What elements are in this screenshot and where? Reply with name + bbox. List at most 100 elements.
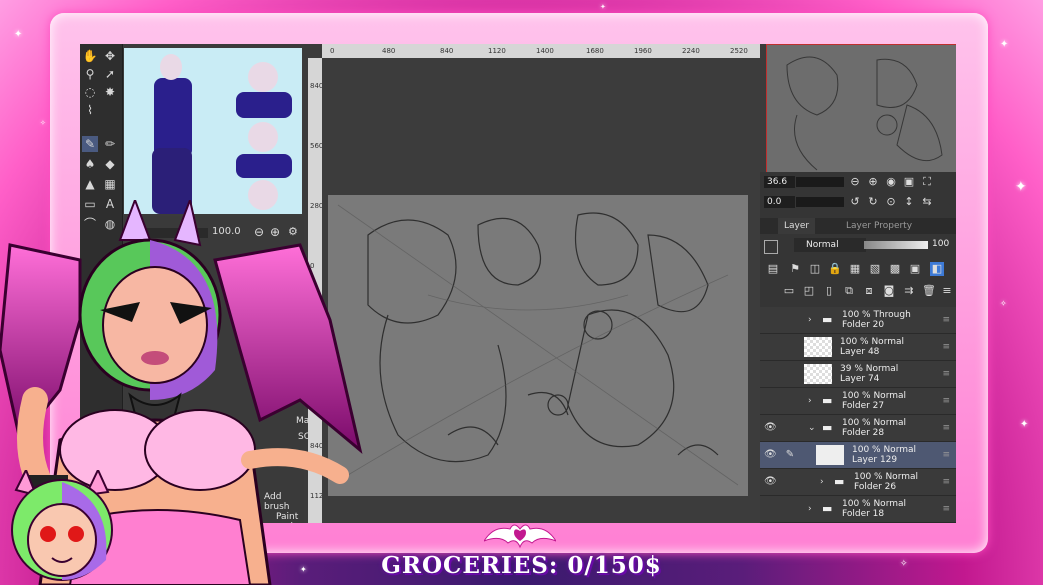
- layer-opacity-mode: 100 % Normal: [842, 418, 907, 428]
- opacity-slider[interactable]: [864, 241, 928, 249]
- layer-color-swatch[interactable]: [764, 240, 778, 254]
- lasso-tool-icon[interactable]: ◌: [82, 84, 98, 100]
- hand-tool-icon[interactable]: ✋: [82, 48, 98, 64]
- tab-layer-property[interactable]: Layer Property: [840, 218, 918, 234]
- canvas-workspace[interactable]: [322, 58, 760, 523]
- zoom-tool-icon[interactable]: ⚲: [82, 66, 98, 82]
- new-raster-icon[interactable]: ▭: [782, 284, 796, 298]
- navigator-preview[interactable]: [766, 44, 956, 174]
- fit-icon[interactable]: ◉: [884, 175, 898, 189]
- lock-transparent-icon[interactable]: ▦: [848, 262, 862, 276]
- layer-thumbnail: [804, 337, 832, 357]
- flip-icon[interactable]: ↕: [902, 195, 916, 209]
- reference-image: [124, 48, 302, 214]
- drawing-canvas[interactable]: [328, 195, 748, 496]
- brush-tool-icon[interactable]: ♠: [82, 156, 98, 172]
- layer-opacity-mode: 100 % Normal: [842, 499, 907, 509]
- mask-add-icon[interactable]: ◙: [882, 284, 896, 298]
- drag-handle-icon[interactable]: ≡: [942, 369, 950, 379]
- pen-icon: ✎: [785, 449, 795, 460]
- layer-opacity-mode: 100 % Normal: [840, 337, 905, 347]
- new-folder-icon[interactable]: ▯: [822, 284, 836, 298]
- eye-icon[interactable]: 👁: [764, 476, 777, 488]
- tab-layer[interactable]: Layer: [778, 218, 816, 234]
- menu-icon[interactable]: ≡: [940, 284, 954, 298]
- layer-row[interactable]: › ▬ 100 % Through Folder 20 ≡: [760, 307, 956, 334]
- layer-row[interactable]: 👁 ⌄ ▬ 100 % Normal Folder 28 ≡: [760, 415, 956, 442]
- plus-icon[interactable]: ⊕: [866, 175, 880, 189]
- eye-icon[interactable]: [764, 368, 776, 380]
- fullscreen-icon[interactable]: ⛶: [920, 175, 934, 189]
- pen-tool-icon[interactable]: ✎: [82, 136, 98, 152]
- color-icon[interactable]: ◧: [930, 262, 944, 276]
- color-value-field-1[interactable]: 36.6: [764, 176, 795, 188]
- magic-wand-icon[interactable]: ✸: [102, 84, 118, 100]
- transfer-icon[interactable]: ⇉: [902, 284, 916, 298]
- chevron-right-icon[interactable]: ›: [808, 503, 818, 515]
- drag-handle-icon[interactable]: ≡: [942, 477, 950, 487]
- drag-handle-icon[interactable]: ≡: [942, 423, 950, 433]
- eye-icon[interactable]: 👁: [764, 422, 777, 434]
- trash-icon[interactable]: 🗑: [922, 284, 936, 298]
- layer-row[interactable]: 👁 › ▬ 100 % Normal Folder 26 ≡: [760, 469, 956, 496]
- duplicate-icon[interactable]: ⧈: [862, 284, 876, 298]
- eye-icon[interactable]: [764, 395, 776, 407]
- color-slider-2[interactable]: [796, 197, 844, 207]
- layer-opacity-mode: 100 % Through: [842, 310, 911, 320]
- layer-opacity-mode: 100 % Normal: [842, 391, 907, 401]
- operation-tool-icon[interactable]: ➚: [102, 66, 118, 82]
- layer-row[interactable]: › ▬ 100 % Normal Folder 18 ≡: [760, 496, 956, 523]
- eraser-tool-icon[interactable]: ◆: [102, 156, 118, 172]
- drag-handle-icon[interactable]: ≡: [942, 396, 950, 406]
- layer-name: Folder 27: [842, 401, 885, 411]
- layer-row[interactable]: › ▬ 100 % Normal Folder 27 ≡: [760, 388, 956, 415]
- eye-icon[interactable]: [764, 341, 776, 353]
- clip-icon[interactable]: ◫: [808, 262, 822, 276]
- new-vector-icon[interactable]: ◰: [802, 284, 816, 298]
- layer-name: Folder 18: [842, 509, 885, 519]
- eye-icon[interactable]: [764, 314, 776, 326]
- flip-horizontal-icon[interactable]: ⇆: [920, 195, 934, 209]
- move-tool-icon[interactable]: ✥: [102, 48, 118, 64]
- drag-handle-icon[interactable]: ≡: [942, 315, 950, 325]
- layer-color-icon[interactable]: ▣: [908, 262, 922, 276]
- drag-handle-icon[interactable]: ≡: [942, 450, 950, 460]
- layer-opacity-mode: 100 % Normal: [854, 472, 919, 482]
- gradient-tool-icon[interactable]: ▦: [102, 176, 118, 192]
- view-icon[interactable]: ▣: [902, 175, 916, 189]
- drag-handle-icon[interactable]: ≡: [942, 342, 950, 352]
- eyedropper-icon[interactable]: ⌇: [82, 102, 98, 118]
- blend-row: Normal 100: [760, 236, 956, 256]
- eye-icon[interactable]: [764, 503, 776, 515]
- pencil-tool-icon[interactable]: ✏: [102, 136, 118, 152]
- rotate-right-icon[interactable]: ↻: [866, 195, 880, 209]
- draft-icon[interactable]: ▧: [868, 262, 882, 276]
- layer-opacity-mode: 39 % Normal: [840, 364, 899, 374]
- chevron-down-icon[interactable]: ⌄: [808, 422, 818, 434]
- minus-icon[interactable]: ⊖: [848, 175, 862, 189]
- rotate-left-icon[interactable]: ↺: [848, 195, 862, 209]
- lock-icon[interactable]: 🔒: [828, 262, 842, 276]
- folder-icon: ▬: [822, 502, 833, 515]
- blend-mode-select[interactable]: Normal: [794, 238, 866, 252]
- opacity-value: 100: [932, 239, 950, 249]
- color-slider-1[interactable]: [796, 177, 844, 187]
- folder-icon: ▬: [822, 394, 833, 407]
- layer-mask-icon[interactable]: ▤: [766, 262, 780, 276]
- drag-handle-icon[interactable]: ≡: [942, 504, 950, 514]
- layer-name: Folder 28: [842, 428, 885, 438]
- layer-row[interactable]: 39 % Normal Layer 74 ≡: [760, 361, 956, 388]
- reset-icon[interactable]: ⊙: [884, 195, 898, 209]
- layer-row[interactable]: 100 % Normal Layer 48 ≡: [760, 334, 956, 361]
- layer-row-selected[interactable]: 👁 ✎ 100 % Normal Layer 129 ≡: [760, 442, 956, 469]
- reference-icon[interactable]: ⚑: [788, 262, 802, 276]
- chevron-right-icon[interactable]: ›: [820, 476, 830, 488]
- color-value-field-2[interactable]: 0.0: [764, 196, 795, 208]
- palette-icon[interactable]: ▩: [888, 262, 902, 276]
- merge-icon[interactable]: ⧉: [842, 284, 856, 298]
- chevron-right-icon[interactable]: ›: [808, 314, 818, 326]
- chevron-right-icon[interactable]: ›: [808, 395, 818, 407]
- eye-icon[interactable]: 👁: [764, 449, 777, 461]
- layer-toolbar-2: ▭ ◰ ▯ ⧉ ⧈ ◙ ⇉ 🗑 ≡: [760, 282, 956, 300]
- fill-tool-icon[interactable]: ▲: [82, 176, 98, 192]
